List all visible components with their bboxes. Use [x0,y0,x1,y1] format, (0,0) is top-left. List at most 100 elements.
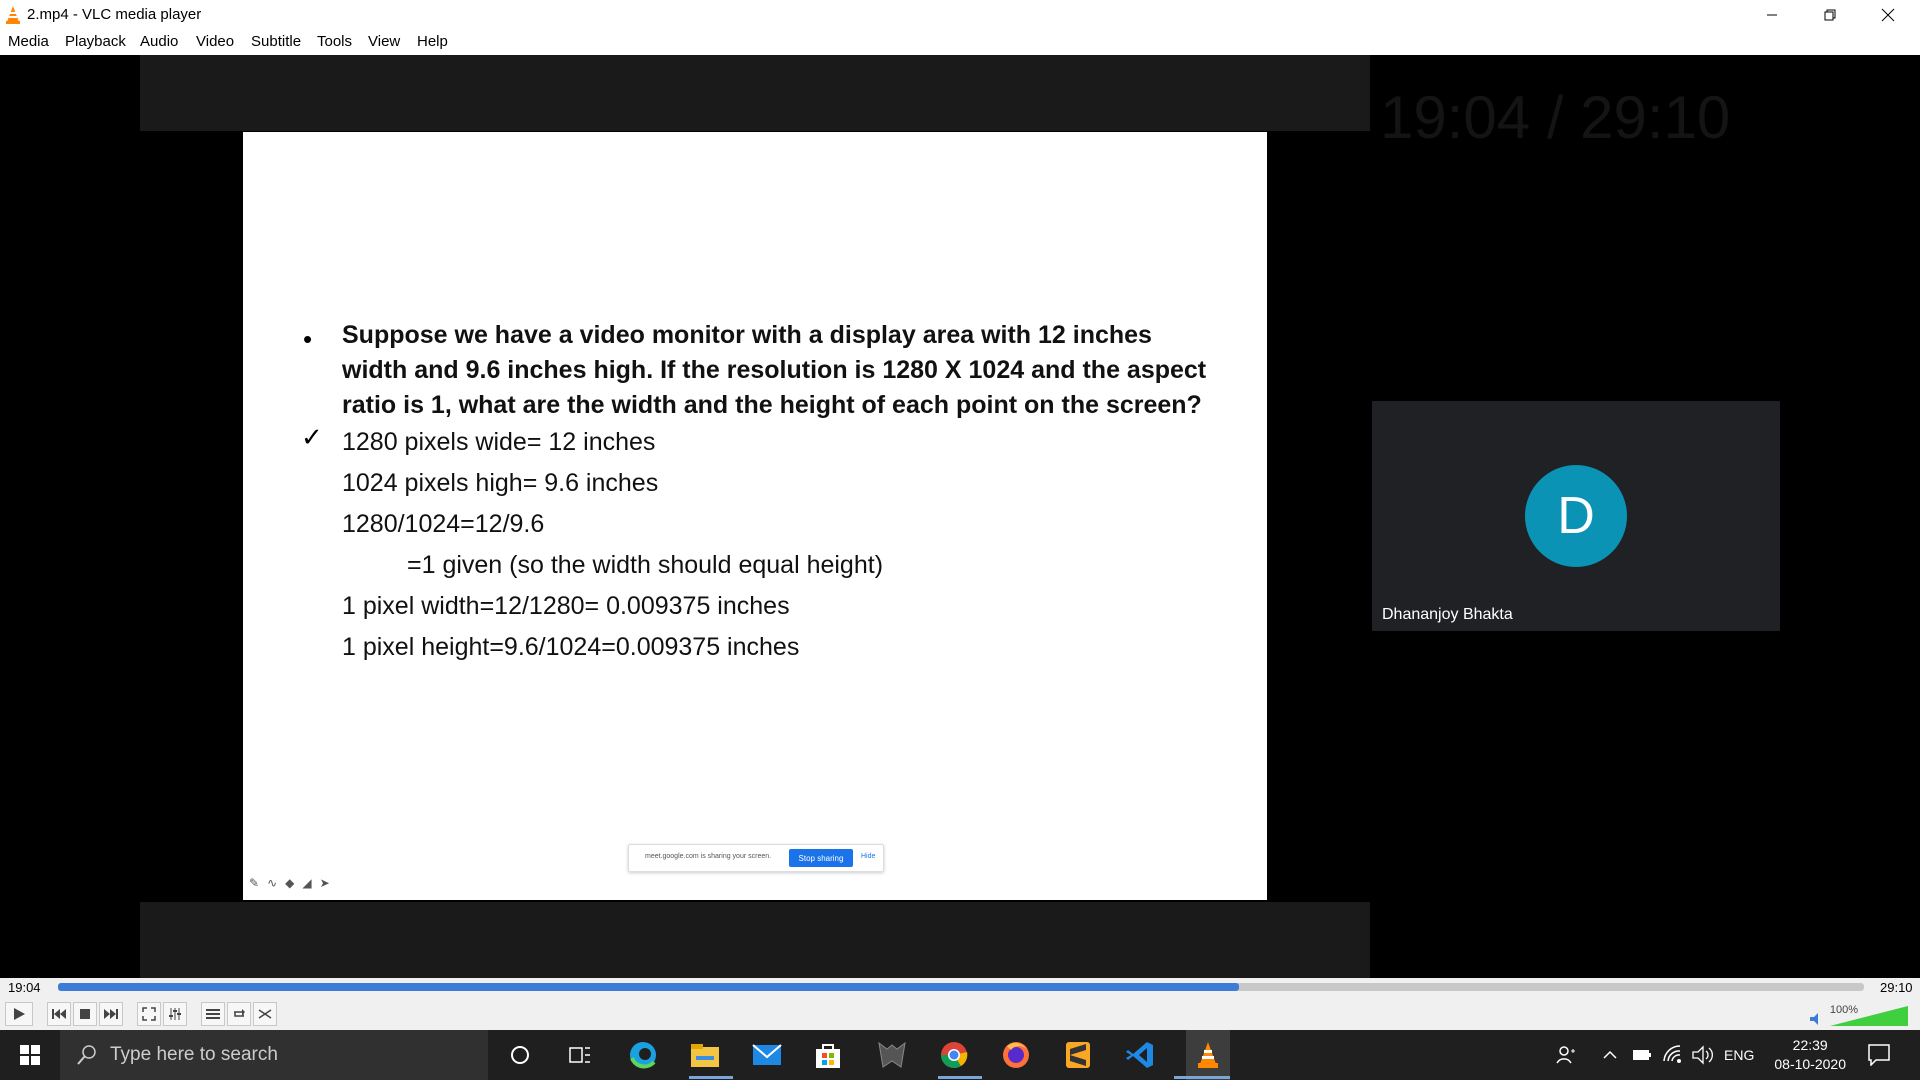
close-button[interactable] [1859,0,1917,30]
video-area[interactable]: 19:04 / 29:10 • Suppose we have a video … [0,55,1920,978]
menu-help[interactable]: Help [417,33,448,50]
time-overlay: 19:04 / 29:10 [1380,84,1731,151]
volume-tray-button[interactable] [1692,1030,1714,1080]
edge-button[interactable] [627,1039,659,1071]
chrome-icon [940,1042,968,1069]
volume-slider[interactable] [1830,1006,1908,1026]
menu-playback[interactable]: Playback [65,33,126,50]
wifi-icon [1663,1045,1681,1063]
menu-tools[interactable]: Tools [317,33,352,50]
playback-controls: 100% [0,998,1920,1030]
pen-icon: ✎ [249,876,260,890]
curve-icon: ∿ [267,876,278,890]
menu-subtitle[interactable]: Subtitle [251,33,301,50]
store-button[interactable] [812,1039,844,1071]
chrome-button[interactable] [938,1039,970,1071]
stop-sharing-button: Stop sharing [789,849,853,867]
menu-view[interactable]: View [368,33,400,50]
previous-button[interactable] [47,1002,71,1026]
loop-button[interactable] [227,1002,251,1026]
window-title: 2.mp4 - VLC media player [27,6,202,23]
vlc-cone-icon [6,6,20,24]
play-button[interactable] [5,1002,33,1026]
close-icon [1881,8,1895,22]
restore-icon [1824,9,1836,21]
equalizer-icon [169,1008,181,1020]
stop-button[interactable] [73,1002,97,1026]
vlc-icon [1198,1042,1218,1068]
mail-icon [752,1044,782,1065]
taskbar: Type here to search ENG 22:39 08-10-2020 [0,1030,1920,1080]
task-view-button[interactable] [564,1039,596,1071]
show-hidden-icons-button[interactable] [1602,1030,1618,1080]
windows-icon [20,1045,40,1065]
minimize-button[interactable] [1743,0,1801,30]
file-explorer-button[interactable] [689,1039,721,1071]
speaker-tray-icon [1692,1045,1713,1065]
vlc-taskbar-button[interactable] [1186,1030,1230,1080]
extended-settings-button[interactable] [163,1002,187,1026]
next-button[interactable] [99,1002,123,1026]
network-button[interactable] [1662,1030,1682,1080]
clock-date: 08-10-2020 [1774,1056,1846,1072]
vscode-button[interactable] [1124,1039,1156,1071]
playlist-button[interactable] [201,1002,225,1026]
letterbox-bottom [140,902,1370,978]
taskbar-search[interactable]: Type here to search [60,1030,488,1080]
game-app-button[interactable] [876,1039,908,1071]
menu-video[interactable]: Video [196,33,234,50]
slide-question: Suppose we have a video monitor with a d… [342,321,1207,419]
slide-line: 1 pixel height=9.6/1024=0.009375 inches [342,633,800,661]
shuffle-button[interactable] [253,1002,277,1026]
hide-button: Hide [861,853,876,860]
title-bar: 2.mp4 - VLC media player [0,0,1920,30]
chevron-up-icon [1603,1050,1617,1059]
seek-progress [58,983,1240,991]
shape-icon: ◆ [285,876,295,890]
previous-icon [52,1009,66,1019]
menu-bar: Media Playback Audio Video Subtitle Tool… [0,30,1920,55]
fullscreen-button[interactable] [137,1002,161,1026]
restore-button[interactable] [1801,0,1859,30]
mail-button[interactable] [751,1039,783,1071]
action-center-button[interactable] [1868,1030,1890,1080]
cortana-button[interactable] [504,1039,536,1071]
file-explorer-icon [691,1044,719,1067]
sublime-text-button[interactable] [1062,1039,1094,1071]
active-app-indicator [689,1076,733,1079]
menu-audio[interactable]: Audio [140,33,178,50]
battery-icon [1633,1050,1651,1060]
language-indicator[interactable]: ENG [1724,1047,1754,1063]
active-app-indicator [938,1076,982,1079]
notification-icon [1868,1044,1890,1067]
stop-icon [80,1009,90,1019]
next-icon [104,1009,118,1019]
loop-icon [234,1009,245,1017]
sublime-text-icon [1066,1042,1090,1068]
total-time: 29:10 [1880,980,1913,995]
slide-line: 1280/1024=12/9.6 [342,510,545,538]
checkmark-icon: ✓ [301,422,323,452]
active-app-indicator [1174,1076,1230,1079]
cortana-icon [511,1046,529,1064]
play-icon [14,1008,25,1020]
volume-control[interactable]: 100% [1810,1004,1910,1026]
menu-media[interactable]: Media [8,33,49,50]
minimize-icon [1767,14,1777,16]
speaker-icon [1810,1013,1818,1025]
store-icon [816,1044,840,1068]
share-message: meet.google.com is sharing your screen. [645,853,772,860]
seek-bar[interactable] [58,983,1864,991]
eraser-icon: ◢ [302,876,312,890]
participant-name: Dhananjoy Bhakta [1382,606,1513,623]
taskbar-clock[interactable]: 22:39 08-10-2020 [1774,1036,1846,1074]
start-button[interactable] [14,1039,46,1071]
playlist-icon [206,1009,220,1019]
slide-line: 1280 pixels wide= 12 inches [342,428,656,456]
people-button[interactable] [1556,1030,1576,1080]
firefox-button[interactable] [1000,1039,1032,1071]
slide-line: 1 pixel width=12/1280= 0.009375 inches [342,592,790,620]
presentation-slide: • Suppose we have a video monitor with a… [243,132,1267,900]
battery-button[interactable] [1632,1030,1652,1080]
firefox-icon [1003,1042,1029,1068]
